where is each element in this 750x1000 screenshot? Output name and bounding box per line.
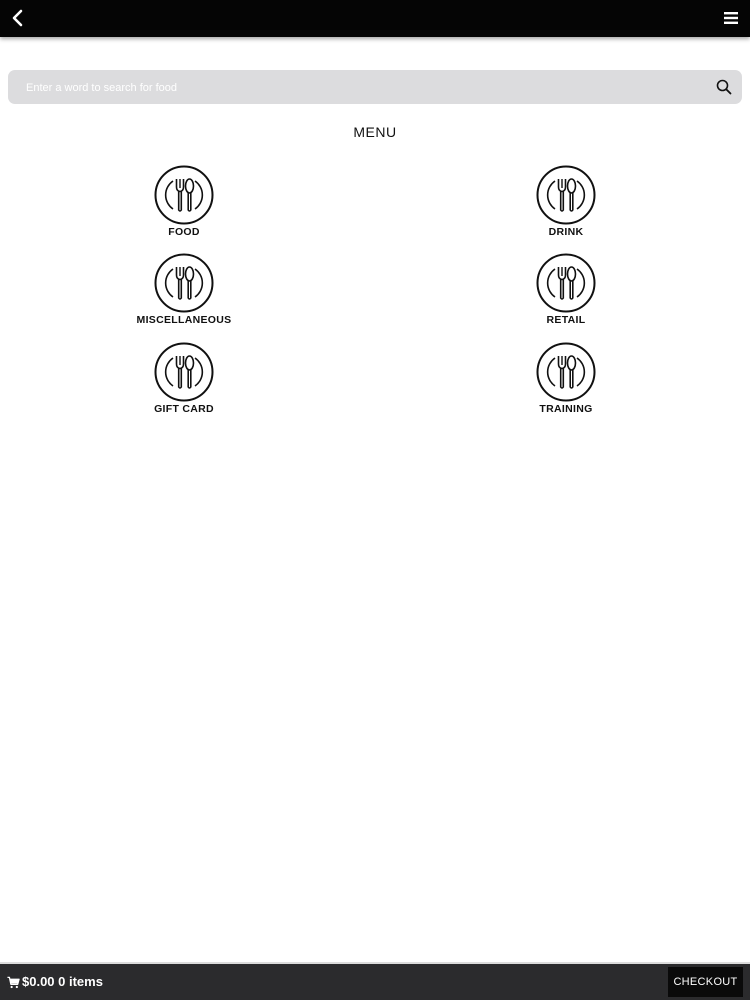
menu-title: MENU — [353, 124, 397, 140]
category-label: DRINK — [548, 226, 584, 238]
shopping-cart-icon — [7, 976, 20, 989]
top-navigation-bar — [0, 0, 750, 37]
plate-fork-spoon-icon — [154, 342, 214, 402]
search-input[interactable] — [24, 70, 708, 106]
category-label: MISCELLANEOUS — [136, 314, 232, 326]
cart-summary[interactable]: $0.00 0 items — [22, 974, 103, 989]
category-miscellaneous[interactable]: MISCELLANEOUS — [109, 253, 259, 326]
plate-fork-spoon-icon — [154, 165, 214, 225]
category-food[interactable]: FOOD — [109, 165, 259, 238]
plate-fork-spoon-icon — [536, 253, 596, 313]
cart-bar: $0.00 0 items CHECKOUT — [0, 962, 750, 1000]
plate-fork-spoon-icon — [536, 165, 596, 225]
search-bar — [8, 70, 742, 106]
category-drink[interactable]: DRINK — [491, 165, 641, 238]
search-icon[interactable] — [715, 78, 733, 96]
category-label: FOOD — [168, 226, 200, 238]
category-label: RETAIL — [546, 314, 586, 326]
category-training[interactable]: TRAINING — [491, 342, 641, 415]
plate-fork-spoon-icon — [536, 342, 596, 402]
checkout-button[interactable]: CHECKOUT — [668, 967, 743, 997]
category-label: GIFT CARD — [154, 403, 214, 415]
category-retail[interactable]: RETAIL — [491, 253, 641, 326]
plate-fork-spoon-icon — [154, 253, 214, 313]
category-label: TRAINING — [539, 403, 593, 415]
hamburger-icon[interactable] — [722, 7, 742, 29]
chevron-left-icon[interactable] — [6, 6, 30, 30]
category-gift-card[interactable]: GIFT CARD — [109, 342, 259, 415]
